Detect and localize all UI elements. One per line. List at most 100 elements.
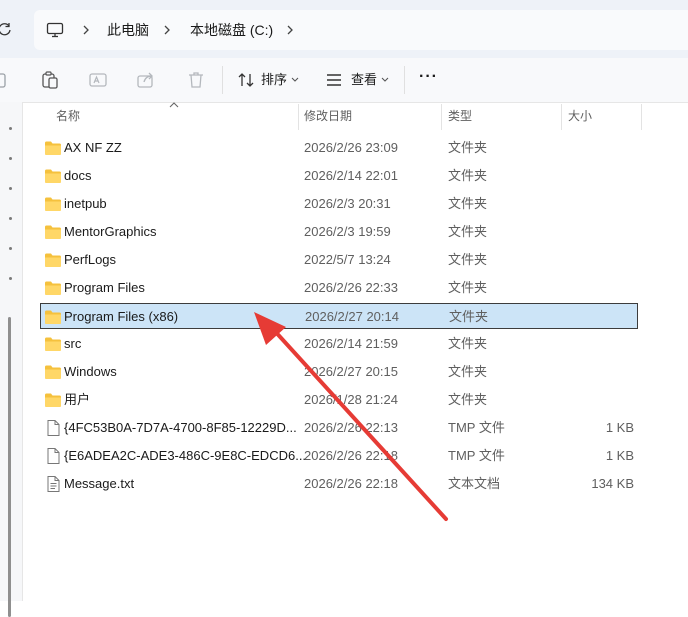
share-icon[interactable] <box>136 70 156 90</box>
chevron-right-icon[interactable] <box>80 24 92 36</box>
column-divider[interactable] <box>441 104 442 130</box>
scroll-dot <box>9 127 12 130</box>
file-name: MentorGraphics <box>64 224 157 239</box>
file-size: 1 KB <box>605 448 634 463</box>
breadcrumb[interactable]: 此电脑 本地磁盘 (C:) <box>34 10 688 50</box>
file-name: 用户 <box>64 392 91 407</box>
file-row[interactable]: Windows 2026/2/27 20:15 文件夹 <box>40 359 638 385</box>
file-type: 文件夹 <box>448 196 488 211</box>
file-modified-date: 2026/2/14 22:01 <box>304 168 398 183</box>
more-options-button[interactable]: ··· <box>419 68 438 86</box>
scroll-dot <box>9 217 12 220</box>
file-row[interactable]: MentorGraphics 2026/2/3 19:59 文件夹 <box>40 219 638 245</box>
scroll-dot <box>9 247 12 250</box>
file-type: 文件夹 <box>448 336 488 351</box>
file-row[interactable]: inetpub 2026/2/3 20:31 文件夹 <box>40 191 638 217</box>
file-name: PerfLogs <box>64 252 117 267</box>
file-modified-date: 2026/2/3 19:59 <box>304 224 391 239</box>
folder-icon <box>45 253 61 267</box>
file-size: 1 KB <box>605 420 634 435</box>
file-type: 文本文档 <box>448 476 501 491</box>
file-row[interactable]: docs 2026/2/14 22:01 文件夹 <box>40 163 638 189</box>
sort-icon[interactable] <box>236 70 256 90</box>
file-modified-date: 2026/2/26 22:33 <box>304 280 398 295</box>
view-button[interactable]: 查看 <box>351 71 377 89</box>
file-row[interactable]: Message.txt 2026/2/26 22:18 文本文档 134 KB <box>40 471 638 497</box>
address-bar: 此电脑 本地磁盘 (C:) <box>0 0 688 58</box>
file-name: {4FC53B0A-7D7A-4700-8F85-12229D... <box>64 420 297 435</box>
file-type: 文件夹 <box>448 168 488 183</box>
column-divider[interactable] <box>641 104 642 130</box>
breadcrumb-this-pc[interactable]: 此电脑 <box>107 10 149 50</box>
computer-icon <box>46 22 64 38</box>
column-date[interactable]: 修改日期 <box>304 102 352 130</box>
file-icon <box>47 420 60 436</box>
file-modified-date: 2026/2/26 22:13 <box>304 420 398 435</box>
column-header: 名称 修改日期 类型 大小 <box>22 102 688 130</box>
view-icon[interactable] <box>324 70 344 90</box>
folder-icon <box>45 393 61 407</box>
toolbar-separator <box>222 66 223 94</box>
file-type: TMP 文件 <box>448 420 505 435</box>
chevron-right-icon[interactable] <box>161 24 173 36</box>
file-type: 文件夹 <box>449 309 489 324</box>
file-type: 文件夹 <box>448 252 488 267</box>
folder-icon <box>45 169 61 183</box>
file-modified-date: 2026/2/3 20:31 <box>304 196 391 211</box>
delete-icon[interactable] <box>186 70 206 90</box>
file-row[interactable]: {E6ADEA2C-ADE3-486C-9E8C-EDCD6... 2026/2/… <box>40 443 638 469</box>
column-type[interactable]: 类型 <box>448 102 472 130</box>
scroll-dot <box>9 187 12 190</box>
file-name: Windows <box>64 364 117 379</box>
column-size[interactable]: 大小 <box>568 102 592 130</box>
chevron-right-icon[interactable] <box>284 24 296 36</box>
refresh-icon[interactable] <box>0 22 12 36</box>
navigation-pane-scrollbar[interactable] <box>0 102 23 617</box>
file-row-selected[interactable]: Program Files (x86) 2026/2/27 20:14 文件夹 <box>40 303 638 329</box>
file-row[interactable]: AX NF ZZ 2026/2/26 23:09 文件夹 <box>40 135 638 161</box>
file-type: 文件夹 <box>448 364 488 379</box>
file-row[interactable]: 用户 2026/1/28 21:24 文件夹 <box>40 387 638 413</box>
command-bar: 排序 查看 ··· <box>0 58 688 103</box>
column-divider[interactable] <box>298 104 299 130</box>
column-divider[interactable] <box>561 104 562 130</box>
file-name: Program Files <box>64 280 145 295</box>
file-type: TMP 文件 <box>448 448 505 463</box>
file-row[interactable]: PerfLogs 2022/5/7 13:24 文件夹 <box>40 247 638 273</box>
file-name: src <box>64 336 82 351</box>
file-row[interactable]: src 2026/2/14 21:59 文件夹 <box>40 331 638 357</box>
file-modified-date: 2026/2/27 20:14 <box>305 309 399 324</box>
scroll-dot <box>9 157 12 160</box>
folder-icon <box>45 337 61 351</box>
file-modified-date: 2026/2/26 22:18 <box>304 476 398 491</box>
folder-icon <box>45 281 61 295</box>
file-name: Message.txt <box>64 476 135 491</box>
folder-icon <box>45 310 61 324</box>
rename-icon[interactable] <box>88 70 108 90</box>
file-name: docs <box>64 168 92 183</box>
file-type: 文件夹 <box>448 224 488 239</box>
file-type: 文件夹 <box>448 280 488 295</box>
folder-icon <box>45 365 61 379</box>
file-type: 文件夹 <box>448 140 488 155</box>
folder-icon <box>45 197 61 211</box>
paste-icon[interactable] <box>40 70 60 90</box>
breadcrumb-local-disk-c[interactable]: 本地磁盘 (C:) <box>190 10 273 50</box>
copy-icon[interactable] <box>0 70 10 90</box>
file-modified-date: 2026/2/26 23:09 <box>304 140 398 155</box>
file-modified-date: 2026/2/27 20:15 <box>304 364 398 379</box>
folder-icon <box>45 141 61 155</box>
text-file-icon <box>47 476 60 492</box>
column-name[interactable]: 名称 <box>56 102 80 130</box>
file-name: {E6ADEA2C-ADE3-486C-9E8C-EDCD6... <box>64 448 307 463</box>
file-name: AX NF ZZ <box>64 140 122 155</box>
file-row[interactable]: Program Files 2026/2/26 22:33 文件夹 <box>40 275 638 301</box>
sort-ascending-icon <box>169 102 179 108</box>
chevron-down-icon[interactable] <box>291 77 299 83</box>
sort-button[interactable]: 排序 <box>261 71 287 89</box>
scrollbar-thumb[interactable] <box>8 317 11 617</box>
file-type: 文件夹 <box>448 392 488 407</box>
chevron-down-icon[interactable] <box>381 77 389 83</box>
file-row[interactable]: {4FC53B0A-7D7A-4700-8F85-12229D... 2026/2… <box>40 415 638 441</box>
file-modified-date: 2022/5/7 13:24 <box>304 252 391 267</box>
